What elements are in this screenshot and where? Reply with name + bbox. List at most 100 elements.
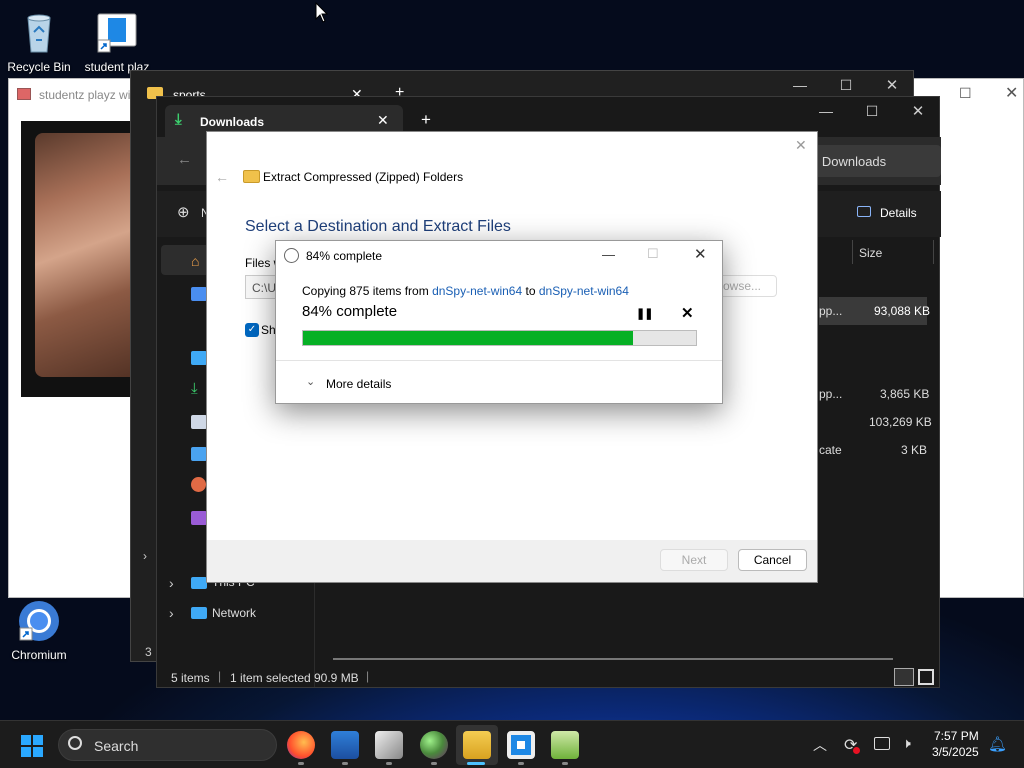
maximize-icon[interactable]: ☐ <box>959 85 972 102</box>
wizard-footer: Next Cancel <box>207 540 817 582</box>
status-divider: | <box>218 669 222 683</box>
this-pc-icon <box>191 577 207 589</box>
desktop-icon-label: Chromium <box>11 648 67 662</box>
minimize-icon[interactable]: — <box>811 103 841 119</box>
network-icon <box>191 607 207 619</box>
download-icon: ⤓ <box>175 111 182 128</box>
horizontal-scrollbar[interactable] <box>333 658 893 660</box>
close-icon[interactable]: ✕ <box>1005 83 1018 103</box>
wizard-title: Extract Compressed (Zipped) Folders <box>263 170 464 184</box>
search-icon <box>68 736 82 750</box>
progress-bar-fill <box>303 331 634 345</box>
details-pane-icon <box>857 206 871 217</box>
row-size: 103,269 KB <box>869 415 932 429</box>
source-link[interactable]: dnSpy-net-win64 <box>432 284 522 298</box>
destination-link[interactable]: dnSpy-net-win64 <box>539 284 629 298</box>
zip-folder-icon <box>243 170 260 183</box>
minimize-icon[interactable]: — <box>785 77 815 93</box>
back-arrow-icon[interactable]: ← <box>215 169 229 185</box>
cancel-label: Cancel <box>753 553 792 567</box>
clock-date[interactable]: 3/5/2025 <box>932 745 979 759</box>
row-type: pp... <box>819 387 843 401</box>
more-details-button[interactable]: More details <box>326 377 391 391</box>
to-word: to <box>525 284 536 298</box>
minimize-icon[interactable]: — <box>602 247 615 262</box>
app-window-icon[interactable] <box>507 731 535 759</box>
search-box[interactable]: Search <box>58 729 277 761</box>
desktop-icon-chromium[interactable]: Chromium <box>1 598 77 662</box>
tab-downloads[interactable]: Downloads <box>200 115 264 129</box>
running-indicator <box>431 762 437 765</box>
add-tab-icon[interactable]: + <box>421 110 431 130</box>
mouse-cursor-icon <box>315 2 329 23</box>
column-divider <box>933 240 934 264</box>
running-indicator <box>386 762 392 765</box>
details-view-icon[interactable] <box>894 668 914 686</box>
status-item-count: 5 items <box>171 671 210 685</box>
status-size: 90.9 MB <box>314 671 359 685</box>
sphere-app-icon[interactable] <box>420 731 448 759</box>
column-divider <box>852 240 853 264</box>
taskbar: Search ︿ ⟳ 🕨 7:57 PM 3/5/2025 🔔︎ <box>0 720 1024 768</box>
path-value: C:\U <box>252 281 276 295</box>
close-icon[interactable]: ✕ <box>795 137 807 154</box>
start-windows-icon[interactable] <box>21 735 43 757</box>
details-button[interactable]: Details <box>880 206 917 220</box>
new-plus-icon[interactable]: ⊕ <box>177 203 190 221</box>
chevron-up-icon[interactable]: ︿ <box>813 735 827 755</box>
file-explorer-icon[interactable] <box>463 731 491 759</box>
tiles-view-icon[interactable] <box>918 669 934 685</box>
active-indicator <box>467 762 485 765</box>
notification-bell-icon[interactable]: 🔔︎ <box>988 735 1007 753</box>
browse-label: owse... <box>722 279 761 293</box>
network-icon[interactable] <box>874 737 890 750</box>
column-header-size[interactable]: Size <box>859 246 882 260</box>
chromium-icon <box>16 598 62 644</box>
copy-progress-dialog[interactable]: 84% complete — ☐ ✕ Copying 875 items fro… <box>275 240 723 404</box>
tools-app-icon[interactable] <box>375 731 403 759</box>
close-icon[interactable]: ✕ <box>903 102 933 120</box>
sidebar-item-network[interactable]: Network <box>212 606 256 620</box>
back-arrow-icon[interactable]: ← <box>177 151 192 168</box>
home-icon: ⌂ <box>191 253 200 269</box>
notepad-plus-icon[interactable] <box>551 731 579 759</box>
chevron-down-icon[interactable]: ⌄ <box>306 375 315 388</box>
desktop-icon-recycle-bin[interactable]: Recycle Bin <box>1 10 77 74</box>
row-type: pp... <box>819 304 843 318</box>
photos-app-icon[interactable] <box>331 731 359 759</box>
search-box[interactable]: h Downloads <box>807 145 941 177</box>
volume-muted-icon[interactable]: 🕨 <box>902 735 911 752</box>
desktop-icon-student-plaz[interactable]: student plaz <box>79 10 155 74</box>
recycle-bin-icon <box>16 10 62 56</box>
progress-status: 84% complete <box>302 303 398 320</box>
documents-icon <box>191 415 207 429</box>
status-selected: 1 item selected <box>230 671 311 685</box>
firefox-icon[interactable] <box>287 731 315 759</box>
window-title: studentz playz wi <box>39 88 131 102</box>
desktop-icon <box>191 351 207 365</box>
close-icon[interactable]: ✕ <box>694 245 707 263</box>
close-icon[interactable]: ✕ <box>877 76 907 94</box>
copy-description: Copying 875 items from dnSpy-net-win64 t… <box>302 284 629 298</box>
chevron-right-icon[interactable]: › <box>143 549 147 563</box>
maximize-icon: ☐ <box>647 246 659 261</box>
pause-button[interactable]: ❚❚ <box>636 307 653 320</box>
maximize-icon[interactable]: ☐ <box>857 103 887 120</box>
downloads-icon: ⤓ <box>191 380 198 397</box>
close-tab-icon[interactable]: ✕ <box>377 112 389 129</box>
chevron-right-icon[interactable]: › <box>169 575 174 591</box>
dialog-title: 84% complete <box>306 249 383 263</box>
show-files-checkbox[interactable]: ✓ <box>245 323 259 337</box>
cancel-button[interactable]: Cancel <box>738 549 807 571</box>
row-size: 93,088 KB <box>874 304 931 318</box>
status-count: 3 <box>145 645 152 659</box>
clock-time[interactable]: 7:57 PM <box>934 729 979 743</box>
next-button[interactable]: Next <box>660 549 728 571</box>
chevron-right-icon[interactable]: › <box>169 605 174 621</box>
running-indicator <box>342 762 348 765</box>
app-window-icon <box>94 10 140 56</box>
maximize-icon[interactable]: ☐ <box>831 77 861 94</box>
cancel-copy-button[interactable]: ✕ <box>681 304 694 322</box>
running-indicator <box>298 762 304 765</box>
dialog-divider <box>276 360 722 361</box>
